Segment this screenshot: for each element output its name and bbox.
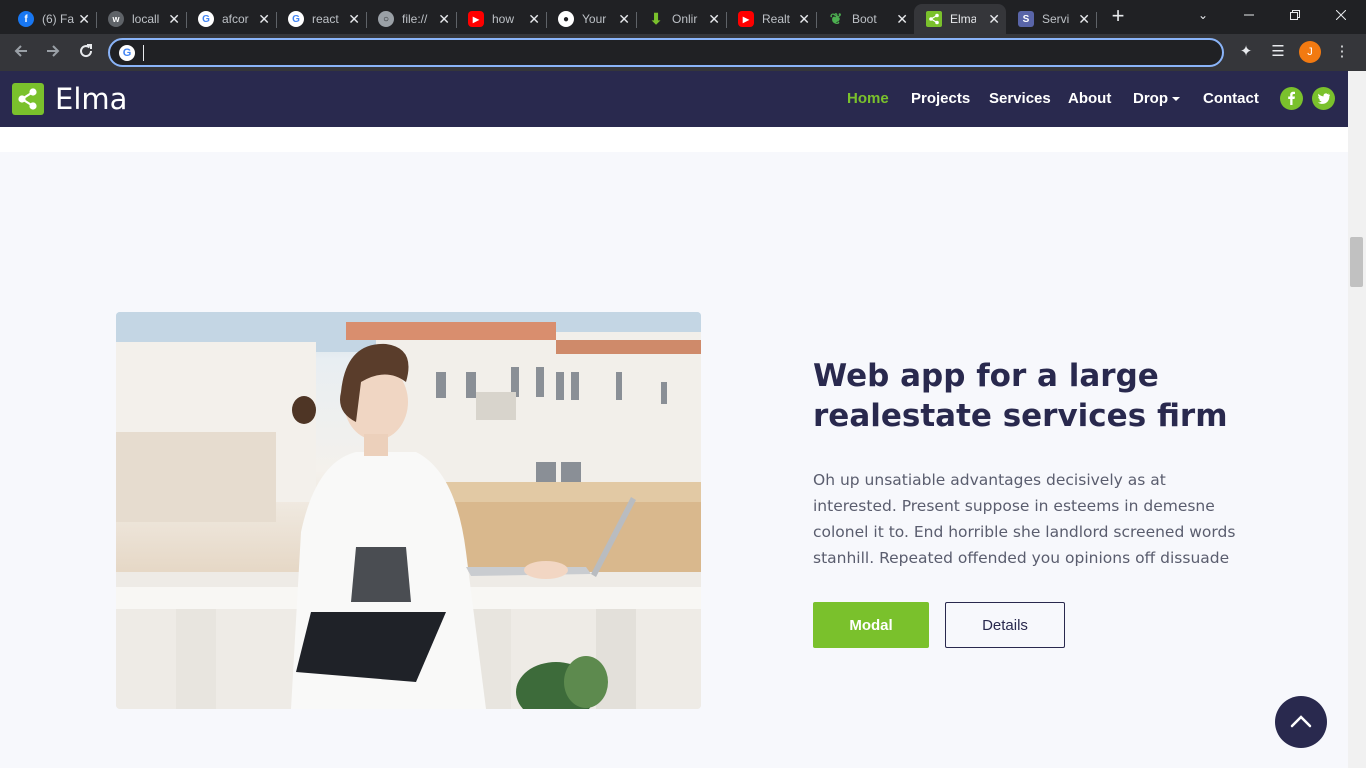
browser-tab[interactable]: ▶ Realt ✕ (726, 4, 817, 34)
tab-close-icon[interactable]: ✕ (348, 11, 360, 27)
github-icon: ● (558, 11, 574, 27)
tab-close-icon[interactable]: ✕ (798, 11, 810, 27)
details-button[interactable]: Details (945, 602, 1065, 648)
leaf-icon: ❦ (829, 11, 843, 28)
media-control-icon[interactable]: ☰ (1268, 42, 1288, 62)
page-viewport: Elma Home Projects Services About Drop C… (0, 71, 1348, 768)
tab-close-icon[interactable]: ✕ (78, 11, 90, 27)
minimize-icon[interactable] (1226, 0, 1272, 30)
google-icon: G (119, 45, 135, 61)
google-icon: G (288, 11, 304, 27)
browser-tab[interactable]: ▶ how ✕ (456, 4, 547, 34)
extensions-icon[interactable]: ✦ (1236, 42, 1256, 62)
profile-avatar[interactable]: J (1299, 41, 1321, 63)
youtube-icon: ▶ (738, 11, 754, 27)
facebook-icon: f (18, 11, 34, 27)
browser-tab[interactable]: f (6) Fa ✕ (6, 4, 97, 34)
share-logo-icon[interactable] (12, 83, 44, 115)
browser-tab[interactable]: ● Your ✕ (546, 4, 637, 34)
browser-tab-strip: f (6) Fa ✕ w locall ✕ G afcor ✕ G react … (0, 0, 1366, 34)
nav-home[interactable]: Home (847, 90, 889, 107)
tab-close-icon[interactable]: ✕ (988, 11, 1000, 27)
scrollbar-thumb[interactable] (1350, 237, 1363, 287)
forward-icon[interactable] (40, 40, 66, 66)
modal-button[interactable]: Modal (813, 602, 929, 648)
address-input[interactable] (142, 43, 1212, 63)
browser-tab[interactable]: ○ file:// ✕ (366, 4, 457, 34)
address-bar[interactable]: G (108, 38, 1224, 67)
youtube-icon: ▶ (468, 11, 484, 27)
tab-close-icon[interactable]: ✕ (528, 11, 540, 27)
nav-drop[interactable]: Drop (1133, 90, 1180, 107)
nav-contact[interactable]: Contact (1203, 90, 1259, 107)
browser-tab[interactable]: G afcor ✕ (186, 4, 277, 34)
browser-tab-active[interactable]: Elma ✕ (914, 4, 1006, 34)
twitter-icon[interactable] (1312, 87, 1335, 110)
share-icon (926, 11, 942, 27)
tab-close-icon[interactable]: ✕ (618, 11, 630, 27)
tab-close-icon[interactable]: ✕ (708, 11, 720, 27)
caret-down-icon (1172, 97, 1180, 102)
hero-photo (116, 312, 701, 709)
reload-icon[interactable] (73, 40, 99, 66)
new-tab-button[interactable]: + (1106, 5, 1130, 29)
section-divider (0, 127, 1348, 152)
browser-tab[interactable]: ⬇ Onlir ✕ (636, 4, 727, 34)
page-scrollbar[interactable] (1348, 71, 1366, 768)
localhost-icon: w (108, 11, 124, 27)
tab-close-icon[interactable]: ✕ (258, 11, 270, 27)
nav-about[interactable]: About (1068, 90, 1111, 107)
back-icon[interactable] (8, 40, 34, 66)
browser-tab[interactable]: S Servi ✕ (1006, 4, 1097, 34)
facebook-icon[interactable] (1280, 87, 1303, 110)
nav-projects[interactable]: Projects (911, 90, 970, 107)
site-navbar: Elma Home Projects Services About Drop C… (0, 71, 1348, 127)
tab-search-icon[interactable]: ⌄ (1180, 0, 1226, 30)
globe-icon: ○ (378, 11, 394, 27)
nav-services[interactable]: Services (989, 90, 1051, 107)
tab-close-icon[interactable]: ✕ (438, 11, 450, 27)
nav-drop-label: Drop (1133, 90, 1168, 107)
google-icon: G (198, 11, 214, 27)
menu-kebab-icon[interactable]: ⋮ (1332, 42, 1352, 62)
browser-toolbar: G ✦ ☰ J ⋮ (0, 34, 1366, 71)
feature-paragraph: Oh up unsatiable advantages decisively a… (813, 471, 1236, 567)
restore-icon[interactable] (1272, 0, 1318, 30)
back-to-top-button[interactable] (1275, 696, 1327, 748)
brand-name[interactable]: Elma (55, 82, 127, 116)
close-window-icon[interactable] (1318, 0, 1364, 30)
s-icon: S (1018, 11, 1034, 27)
tab-close-icon[interactable]: ✕ (896, 11, 908, 27)
browser-tab[interactable]: ❦ Boot ✕ (816, 4, 914, 34)
browser-tab[interactable]: w locall ✕ (96, 4, 187, 34)
tab-close-icon[interactable]: ✕ (1078, 11, 1090, 27)
chevron-up-icon (1290, 715, 1312, 728)
browser-tab[interactable]: G react ✕ (276, 4, 367, 34)
download-icon: ⬇ (649, 11, 663, 28)
tab-close-icon[interactable]: ✕ (168, 11, 180, 27)
feature-heading: Web app for a large realestate services … (813, 358, 1228, 434)
